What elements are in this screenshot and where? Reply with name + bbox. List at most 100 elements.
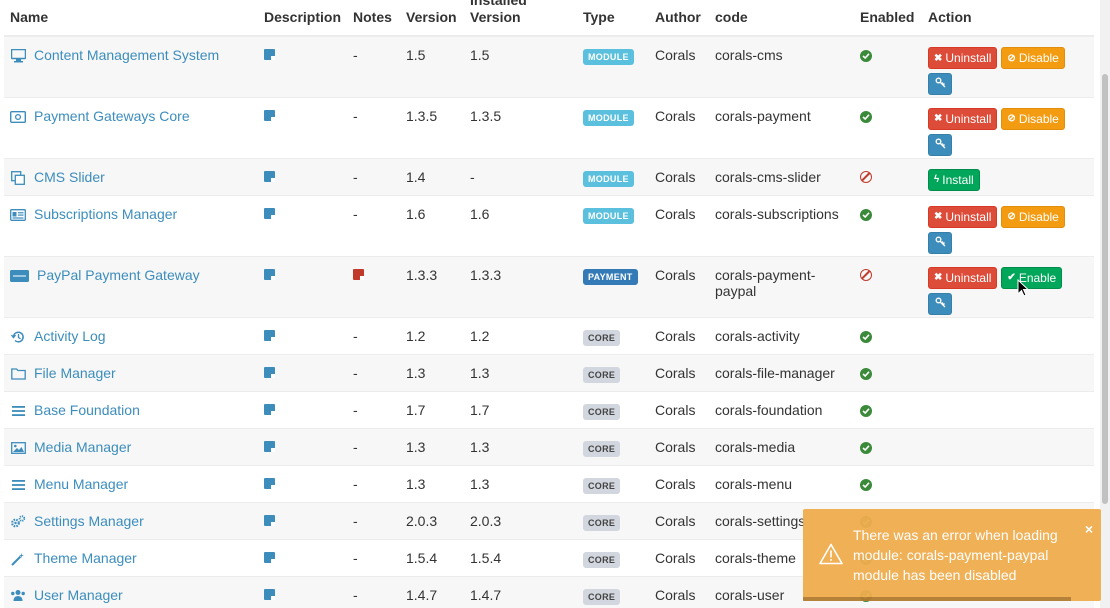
col-header-notes[interactable]: Notes [347,0,400,37]
disable-button[interactable]: ⊘ Disable [1001,107,1065,130]
license-key-button[interactable] [928,292,952,315]
col-header-description[interactable]: Description [258,0,347,37]
installed-version-value: 1.3 [464,427,577,465]
install-button[interactable]: ϟ Install [928,168,980,191]
notes-icon[interactable] [353,268,364,280]
license-key-button[interactable] [928,231,952,254]
module-name-link[interactable]: PayPal Payment Gateway [37,267,200,283]
ban-icon [860,268,872,281]
paypal-icon [10,268,29,284]
module-name-link[interactable]: Theme Manager [34,550,137,566]
col-header-name[interactable]: Name [4,0,258,37]
notes-value: - [347,35,400,97]
installed-version-value: 1.6 [464,194,577,256]
uninstall-label: Uninstall [945,209,992,224]
description-icon[interactable] [264,514,275,526]
notes-value: - [347,157,400,195]
col-header-version[interactable]: Version [400,0,464,37]
check-circle-icon [860,50,872,62]
description-icon[interactable] [264,268,275,280]
module-name-link[interactable]: File Manager [34,365,116,381]
uninstall-button[interactable]: ✖ Uninstall [928,47,998,69]
col-header-enabled[interactable]: Enabled [854,0,922,37]
uninstall-button[interactable]: ✖ Uninstall [928,205,998,228]
description-icon[interactable] [264,109,275,121]
type-badge: CORE [583,366,621,383]
installed-version-value: 1.5.4 [464,538,577,576]
installed-version-value: 2.0.3 [464,501,577,539]
ban-icon: ⊘ [1007,52,1016,64]
table-row: Base Foundation - 1.7 1.7 CORE Corals co… [4,390,1094,428]
description-icon[interactable] [264,329,275,341]
disable-button[interactable]: ⊘ Disable [1001,205,1065,228]
description-icon[interactable] [264,477,275,489]
module-name-link[interactable]: Menu Manager [34,476,128,492]
toast-close-button[interactable]: × [1085,521,1093,537]
author-value: Corals [649,353,709,391]
license-key-button[interactable] [928,73,952,95]
id-card-icon [10,207,26,223]
author-value: Corals [649,35,709,97]
author-value: Corals [649,255,709,317]
type-badge: MODULE [583,207,634,224]
folder-icon [10,366,26,382]
description-icon[interactable] [264,207,275,219]
module-name-link[interactable]: User Manager [34,587,123,603]
type-badge: MODULE [583,170,634,187]
check-circle-icon [860,208,872,221]
col-header-installed-bottom: Version [470,9,521,25]
description-icon[interactable] [264,551,275,563]
notes-value: - [347,390,400,428]
module-name-link[interactable]: Subscriptions Manager [34,206,177,222]
author-value: Corals [649,316,709,354]
description-icon[interactable] [264,588,275,600]
uninstall-button[interactable]: ✖ Uninstall [928,266,998,289]
code-value: corals-activity [709,316,854,354]
disable-label: Disable [1018,111,1059,126]
disable-button[interactable]: ⊘ Disable [1001,47,1065,69]
col-header-installed-version[interactable]: Installed Version [464,0,577,37]
install-label: Install [942,172,974,187]
license-key-button[interactable] [928,133,952,156]
uninstall-label: Uninstall [945,51,992,65]
col-header-code[interactable]: code [709,0,854,37]
module-name-link[interactable]: Media Manager [34,439,131,455]
col-header-author[interactable]: Author [649,0,709,37]
author-value: Corals [649,538,709,576]
module-name-link[interactable]: Activity Log [34,328,106,344]
installed-version-value: 1.4.7 [464,575,577,608]
description-icon[interactable] [264,440,275,452]
error-toast[interactable]: There was an error when loading module: … [803,509,1101,601]
version-value: 1.6 [400,194,464,256]
installed-version-value: 1.3.3 [464,255,577,317]
bars-icon [10,403,26,419]
description-icon[interactable] [264,49,275,60]
key-icon [935,297,946,311]
table-row: Activity Log - 1.2 1.2 CORE Corals coral… [4,316,1094,354]
image-icon [10,440,26,456]
module-name-link[interactable]: Payment Gateways Core [34,108,190,124]
toast-progress-bar [803,597,1071,601]
author-value: Corals [649,501,709,539]
code-value: corals-foundation [709,390,854,428]
col-header-type[interactable]: Type [577,0,649,37]
table-row: File Manager - 1.3 1.3 CORE Corals coral… [4,353,1094,391]
module-name-link[interactable]: Base Foundation [34,402,140,418]
enable-button[interactable]: ✔ Enable [1001,266,1063,289]
description-icon[interactable] [264,170,275,182]
vertical-scrollbar[interactable] [1100,0,1110,608]
ban-icon: ⊘ [1007,211,1016,222]
money-icon [10,109,26,125]
uninstall-button[interactable]: ✖ Uninstall [928,107,998,130]
module-name-link[interactable]: Settings Manager [34,513,144,529]
module-name-link[interactable]: Content Management System [34,47,219,63]
installed-version-value: 1.2 [464,316,577,354]
author-value: Corals [649,390,709,428]
toast-message: There was an error when loading module: … [853,527,1058,583]
code-value: corals-media [709,427,854,465]
description-icon[interactable] [264,366,275,378]
module-name-link[interactable]: CMS Slider [34,169,105,185]
description-icon[interactable] [264,403,275,415]
scrollbar-thumb[interactable] [1102,74,1108,504]
author-value: Corals [649,427,709,465]
